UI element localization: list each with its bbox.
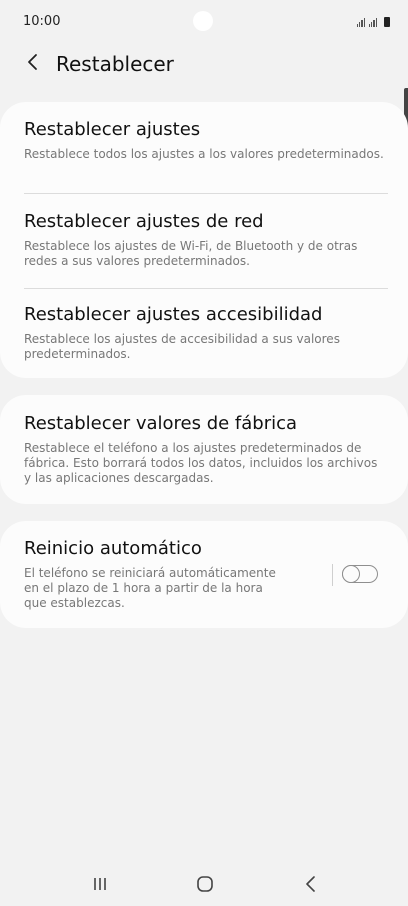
reset-settings-screen: 10:00 Restablecer Restablecer ajustes Re… bbox=[0, 0, 408, 906]
app-header: Restablecer bbox=[0, 44, 408, 84]
back-icon[interactable] bbox=[299, 872, 323, 896]
battery-icon bbox=[384, 17, 390, 27]
factory-reset-item[interactable]: Restablecer valores de fábrica Restablec… bbox=[24, 413, 384, 486]
status-icons bbox=[356, 15, 390, 27]
reset-settings-item[interactable]: Restablecer ajustes Restablece todos los… bbox=[24, 119, 384, 162]
auto-restart-toggle[interactable] bbox=[341, 564, 378, 583]
reset-network-settings-item[interactable]: Restablecer ajustes de red Restablece lo… bbox=[24, 211, 384, 269]
status-time: 10:00 bbox=[23, 14, 61, 29]
reset-options-card: Restablecer ajustes Restablece todos los… bbox=[0, 102, 408, 378]
divider bbox=[24, 193, 388, 194]
reset-network-settings-title: Restablecer ajustes de red bbox=[24, 211, 264, 232]
home-icon[interactable] bbox=[193, 872, 217, 896]
signal-strength-icon bbox=[356, 18, 365, 27]
reset-accessibility-settings-item[interactable]: Restablecer ajustes accesibilidad Restab… bbox=[24, 304, 384, 362]
toggle-knob bbox=[341, 564, 360, 583]
reset-settings-title: Restablecer ajustes bbox=[24, 119, 201, 140]
page-title: Restablecer bbox=[56, 52, 174, 76]
signal-strength-icon-2 bbox=[368, 18, 377, 27]
auto-restart-description: El teléfono se reiniciará automáticament… bbox=[24, 566, 276, 610]
auto-restart-item[interactable]: Reinicio automático El teléfono se reini… bbox=[24, 538, 288, 611]
factory-reset-card: Restablecer valores de fábrica Restablec… bbox=[0, 395, 408, 504]
navigation-bar bbox=[0, 860, 408, 906]
divider bbox=[24, 288, 388, 289]
recent-apps-icon[interactable] bbox=[88, 872, 112, 896]
reset-accessibility-settings-description: Restablece los ajustes de accesibilidad … bbox=[24, 332, 340, 361]
reset-accessibility-settings-title: Restablecer ajustes accesibilidad bbox=[24, 304, 323, 325]
factory-reset-description: Restablece el teléfono a los ajustes pre… bbox=[24, 441, 378, 485]
factory-reset-title: Restablecer valores de fábrica bbox=[24, 413, 298, 434]
reset-network-settings-description: Restablece los ajustes de Wi-Fi, de Blue… bbox=[24, 239, 358, 268]
status-bar: 10:00 bbox=[0, 0, 408, 44]
front-camera-cutout bbox=[193, 11, 213, 31]
switch-separator bbox=[332, 564, 333, 586]
auto-restart-title: Reinicio automático bbox=[24, 538, 202, 559]
chevron-left-icon[interactable] bbox=[22, 50, 46, 74]
reset-settings-description: Restablece todos los ajustes a los valor… bbox=[24, 147, 384, 161]
auto-restart-card: Reinicio automático El teléfono se reini… bbox=[0, 521, 408, 628]
